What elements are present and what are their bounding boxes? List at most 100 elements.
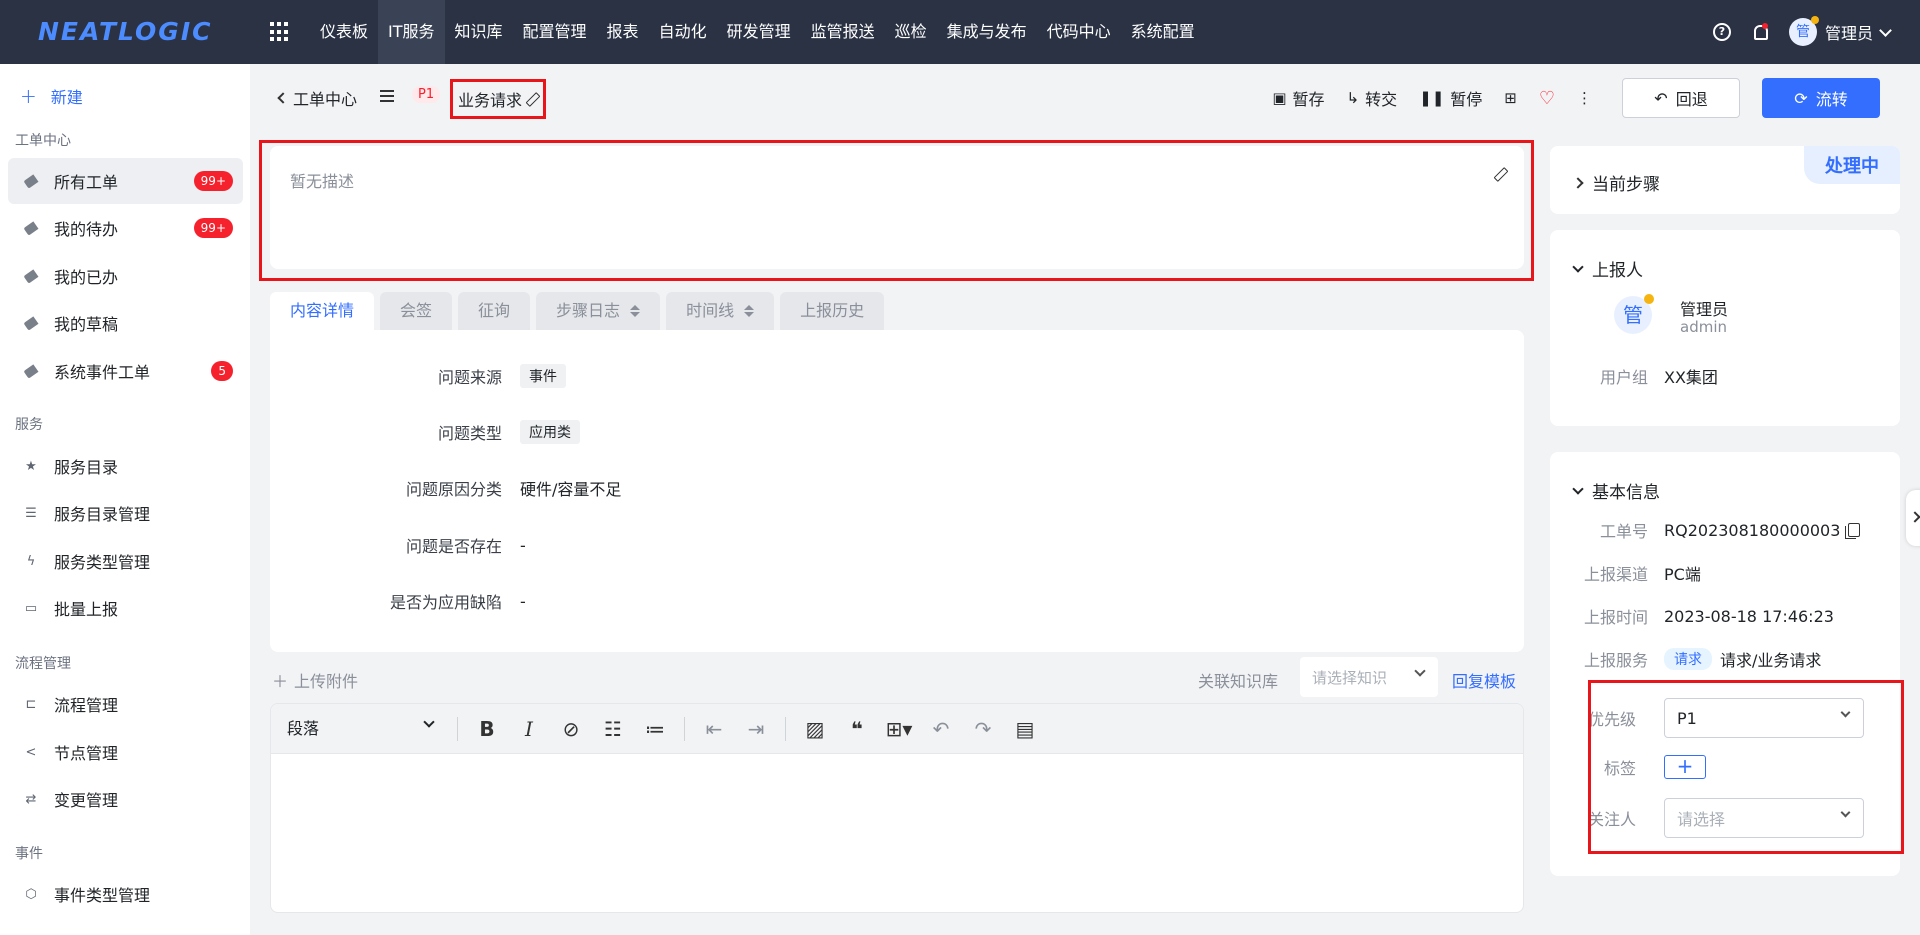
tab-report-history[interactable]: 上报历史 [780,292,885,330]
outdent-icon[interactable]: ⇤ [693,704,735,754]
service-row: 上报服务 请求 请求/业务请求 [1550,645,1900,673]
tab-step-log[interactable]: 步骤日志 [536,292,661,330]
apps-grid-icon[interactable] [270,22,290,42]
nav-rd[interactable]: 研发管理 [717,0,801,64]
upload-attachment-button[interactable]: ＋上传附件 [272,668,358,692]
plus-icon: + [20,84,37,108]
sidebar-item-all-tickets[interactable]: 所有工单 99+ [8,158,243,204]
table-icon[interactable]: ⊞▾ [878,704,920,754]
group-title-service: 服务 [15,417,43,433]
undo-icon[interactable]: ↶ [920,704,962,754]
sidebar-item-batch-report[interactable]: ▭ 批量上报 [8,585,243,631]
tag-icon [23,220,39,236]
highlight-outline [1588,680,1904,854]
more-vertical-icon[interactable]: ⋮ [1577,89,1592,107]
chevron-right-icon [1909,511,1920,523]
app-logo[interactable]: NEATLOGIC [38,17,212,46]
sidebar-item-node-manage[interactable]: < 节点管理 [8,729,243,775]
nav-code[interactable]: 代码中心 [1037,0,1121,64]
reporter-toggle[interactable]: 上报人 [1572,256,1643,281]
nav-dashboard[interactable]: 仪表板 [310,0,378,64]
nav-system[interactable]: 系统配置 [1121,0,1205,64]
italic-icon[interactable]: I [508,704,550,754]
sidebar-item-flow-manage[interactable]: ⊏ 流程管理 [8,681,243,727]
sidebar-item-catalog-manage[interactable]: ☰ 服务目录管理 [8,490,243,536]
chevron-left-icon [277,92,289,104]
nav-config[interactable]: 配置管理 [513,0,597,64]
ticket-title[interactable]: 业务请求 [450,79,546,119]
nav-automation[interactable]: 自动化 [649,0,717,64]
user-group-row: 用户组 XX集团 [1599,368,1718,387]
help-icon[interactable]: ? [1712,23,1731,41]
bell-icon[interactable] [1751,23,1769,41]
tab-countersign[interactable]: 会签 [380,292,453,330]
service-chip: 请求 [1664,648,1712,670]
menu-icon[interactable] [380,90,394,102]
top-bar: NEATLOGIC 仪表板 IT服务 知识库 配置管理 报表 自动化 研发管理 … [0,0,1920,64]
plus-icon: ＋ [272,672,289,691]
sidebar-item-my-drafts[interactable]: 我的草稿 [8,300,243,346]
nav-inspection[interactable]: 巡检 [885,0,937,64]
tab-consult[interactable]: 征询 [458,292,531,330]
indent-icon[interactable]: ⇥ [735,704,777,754]
sidebar-item-change-manage[interactable]: ⇄ 变更管理 [8,776,243,822]
sidebar-item-service-type[interactable]: ϟ 服务类型管理 [8,538,243,584]
transfer-button[interactable]: ↳ 转交 [1347,86,1398,110]
kb-label: 关联知识库 [1198,672,1279,691]
image-icon[interactable]: ▨ [794,704,836,754]
nav-it-service[interactable]: IT服务 [378,0,445,64]
status-badge: 处理中 [1804,146,1900,184]
current-step-toggle[interactable]: 当前步骤 [1572,170,1660,195]
link-icon[interactable]: ⊘ [550,704,592,754]
paragraph-select[interactable]: 段落 [271,704,449,754]
rollback-button[interactable]: ↶ 回退 [1622,78,1740,118]
nav-report[interactable]: 报表 [597,0,649,64]
heart-icon[interactable]: ♡ [1539,88,1555,109]
value-chip: 事件 [520,364,566,388]
copy-icon[interactable] [1845,523,1861,539]
report-time-row: 上报时间 2023-08-18 17:46:23 [1583,606,1834,628]
sidebar-item-service-catalog[interactable]: ★ 服务目录 [8,443,243,489]
sidebar-item-event-type[interactable]: ⬡ 事件类型管理 [8,871,243,917]
save-icon: ▣ [1272,89,1287,107]
edit-pen-icon[interactable] [526,93,538,105]
new-button[interactable]: + 新建 [20,84,83,108]
flowchart-icon[interactable]: ⊞ [1504,89,1517,107]
form-row: 问题是否存在 - [405,535,526,557]
bold-icon[interactable]: B [466,704,508,754]
tab-content-detail[interactable]: 内容详情 [270,292,375,330]
sidebar-item-my-done[interactable]: 我的已办 [8,253,243,299]
numbered-list-icon[interactable]: ≔ [634,704,676,754]
bullet-list-icon[interactable]: ☷ [592,704,634,754]
pause-button[interactable]: ❚❚ 暂停 [1419,86,1482,110]
count-badge: 99+ [193,171,233,191]
sidebar-item-system-event[interactable]: 系统事件工单 5 [8,348,243,394]
save-draft-button[interactable]: ▣ 暂存 [1272,86,1324,110]
source-view-icon[interactable]: ▤ [1004,704,1046,754]
knowledge-select[interactable]: 请选择知识 [1300,657,1438,697]
refresh-icon: ⟳ [1794,88,1808,108]
nav-knowledge[interactable]: 知识库 [445,0,513,64]
reply-template-link[interactable]: 回复模板 [1452,668,1516,692]
content-detail-panel: 问题来源 事件 问题类型 应用类 问题原因分类 硬件/容量不足 问题是否存在 -… [270,330,1524,652]
tab-timeline[interactable]: 时间线 [666,292,775,330]
flow-button[interactable]: ⟳ 流转 [1762,78,1880,118]
swap-icon: ⇄ [25,791,37,807]
back-link[interactable]: 工单中心 [275,86,357,110]
nav-integration[interactable]: 集成与发布 [937,0,1037,64]
count-badge: 99+ [193,218,233,238]
user-menu[interactable]: 管 管理员 [1788,16,1892,46]
avatar: 管 [1614,294,1654,334]
rich-text-editor[interactable]: 段落 B I ⊘ ☷ ≔ ⇤ ⇥ ▨ ❝ ⊞▾ ↶ ↷ ▤ [270,703,1524,913]
share-node-icon: < [25,744,37,760]
chevron-right-icon [1572,176,1584,189]
sidebar-item-my-todo[interactable]: 我的待办 99+ [8,205,243,251]
group-title-process: 流程管理 [15,656,71,672]
quote-icon[interactable]: ❝ [836,704,878,754]
basic-info-toggle[interactable]: 基本信息 [1572,478,1660,503]
chevron-down-icon [1879,23,1892,37]
collapse-panel-toggle[interactable] [1906,490,1920,546]
editor-toolbar: 段落 B I ⊘ ☷ ≔ ⇤ ⇥ ▨ ❝ ⊞▾ ↶ ↷ ▤ [271,704,1523,754]
redo-icon[interactable]: ↷ [962,704,1004,754]
nav-regulatory[interactable]: 监管报送 [801,0,885,64]
